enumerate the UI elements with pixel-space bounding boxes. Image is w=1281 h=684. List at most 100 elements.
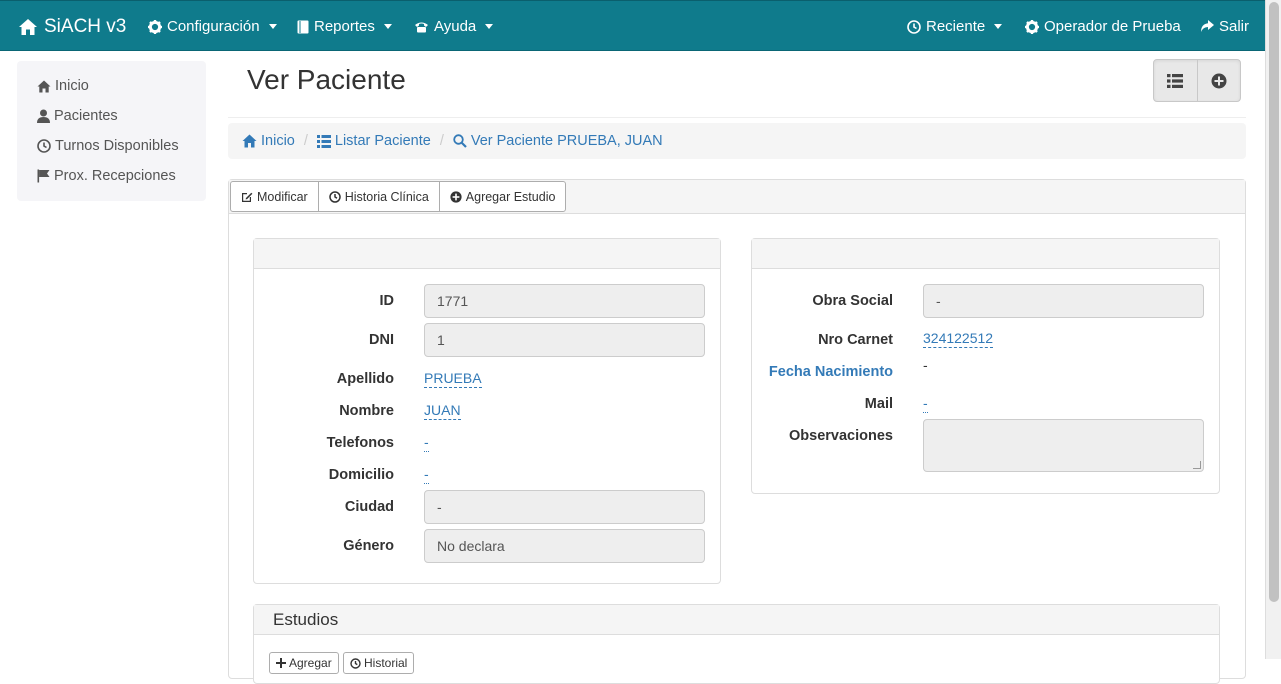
- logout-link[interactable]: Salir: [1200, 1, 1249, 52]
- mail-editable[interactable]: -: [923, 394, 928, 413]
- breadcrumb-separator: /: [439, 133, 444, 149]
- estudios-panel: Estudios Agregar Historial: [253, 604, 1220, 684]
- sidebar-item-label: Turnos Disponibles: [55, 138, 179, 154]
- resize-grip[interactable]: [1193, 461, 1201, 469]
- estudios-agregar-button[interactable]: Agregar: [269, 652, 339, 674]
- sidebar: Inicio Pacientes Turnos Disponibles Prox…: [17, 61, 206, 201]
- menu-reportes-label: Reportes: [314, 18, 375, 35]
- gear-icon: [1025, 19, 1039, 34]
- sidebar-item-label: Prox. Recepciones: [54, 168, 176, 184]
- top-navbar: SiACH v3 Configuración Reportes Ayuda Re…: [0, 0, 1265, 51]
- apellido-editable[interactable]: PRUEBA: [424, 369, 482, 388]
- estudios-historial-label: Historial: [364, 656, 408, 670]
- home-icon: [37, 80, 51, 93]
- breadcrumb-inicio[interactable]: Inicio: [242, 133, 295, 149]
- add-button[interactable]: [1196, 60, 1241, 101]
- sidebar-item-label: Inicio: [55, 78, 89, 94]
- panel-header: [752, 239, 1219, 269]
- obra-social-label: Obra Social: [812, 293, 893, 309]
- caret-down-icon: [994, 24, 1003, 29]
- plus-icon: [276, 658, 286, 668]
- observaciones-textarea: [923, 419, 1204, 472]
- page-title: Ver Paciente: [247, 64, 406, 95]
- scrollbar-thumb[interactable]: [1269, 2, 1279, 602]
- ciudad-field: -: [424, 490, 705, 524]
- genero-field: No declara: [424, 529, 705, 563]
- menu-configuracion[interactable]: Configuración: [148, 1, 277, 52]
- obra-social-field: -: [923, 284, 1204, 318]
- apellido-label: Apellido: [336, 371, 394, 387]
- list-view-button[interactable]: [1154, 60, 1197, 101]
- plus-circle-icon: [1211, 73, 1227, 89]
- estudios-historial-button[interactable]: Historial: [343, 652, 415, 674]
- ciudad-label: Ciudad: [344, 499, 394, 515]
- clock-icon: [907, 19, 921, 34]
- agregar-estudio-button[interactable]: Agregar Estudio: [438, 182, 566, 211]
- gear-icon: [148, 19, 162, 34]
- user-menu[interactable]: Operador de Prueba: [1025, 1, 1181, 52]
- nombre-label: Nombre: [339, 403, 394, 419]
- telefonos-label: Telefonos: [326, 435, 394, 451]
- caret-down-icon: [485, 24, 494, 29]
- id-label: ID: [379, 293, 395, 309]
- user-menu-label: Operador de Prueba: [1044, 18, 1181, 35]
- domicilio-editable[interactable]: -: [424, 465, 429, 484]
- telefonos-editable[interactable]: -: [424, 433, 429, 452]
- id-field: 1771: [424, 284, 705, 318]
- title-divider: [228, 117, 1246, 118]
- caret-down-icon: [383, 24, 392, 29]
- breadcrumb-separator: /: [303, 133, 308, 149]
- historia-clinica-button[interactable]: Historia Clínica: [317, 182, 439, 211]
- observaciones-label: Observaciones: [789, 428, 893, 444]
- nombre-editable[interactable]: JUAN: [424, 401, 461, 420]
- list-icon: [316, 134, 331, 148]
- breadcrumb-label: Ver Paciente PRUEBA, JUAN: [470, 133, 663, 149]
- menu-ayuda[interactable]: Ayuda: [414, 1, 494, 52]
- page-scrollbar[interactable]: [1265, 0, 1281, 659]
- dni-field: 1: [424, 323, 705, 357]
- clock-icon: [350, 657, 361, 669]
- mail-label: Mail: [864, 396, 893, 412]
- flag-icon: [37, 169, 50, 183]
- breadcrumb-ver-paciente[interactable]: Ver Paciente PRUEBA, JUAN: [453, 133, 663, 149]
- breadcrumb-label: Inicio: [261, 133, 295, 149]
- sidebar-item-inicio[interactable]: Inicio: [37, 76, 89, 96]
- brand-name: SiACH v3: [44, 15, 127, 37]
- domicilio-label: Domicilio: [328, 467, 394, 483]
- menu-configuracion-label: Configuración: [167, 18, 260, 35]
- dni-label: DNI: [369, 332, 394, 348]
- menu-reportes[interactable]: Reportes: [297, 1, 392, 52]
- caret-down-icon: [268, 24, 277, 29]
- menu-reciente[interactable]: Reciente: [907, 1, 1003, 52]
- estudios-agregar-label: Agregar: [289, 656, 332, 670]
- user-icon: [37, 109, 50, 123]
- modificar-button[interactable]: Modificar: [231, 182, 318, 211]
- list-icon: [1167, 73, 1184, 88]
- brand-link[interactable]: SiACH v3: [18, 1, 126, 52]
- search-icon: [453, 134, 467, 148]
- sidebar-item-pacientes[interactable]: Pacientes: [37, 106, 118, 126]
- share-icon: [1200, 20, 1214, 33]
- patient-toolbar: Modificar Historia Clínica Agregar Estud…: [229, 180, 1245, 214]
- title-button-group: [1153, 59, 1241, 102]
- estudios-header: Estudios: [254, 605, 1219, 635]
- fecha-nacimiento-label[interactable]: Fecha Nacimiento: [753, 364, 893, 380]
- home-icon: [18, 18, 38, 36]
- estudios-title: Estudios: [273, 609, 339, 629]
- phone-icon: [414, 21, 429, 33]
- breadcrumb-listar-paciente[interactable]: Listar Paciente: [316, 133, 431, 149]
- breadcrumb-label: Listar Paciente: [334, 133, 431, 149]
- genero-label: Género: [343, 538, 394, 554]
- clock-icon: [328, 190, 341, 203]
- menu-reciente-label: Reciente: [926, 18, 986, 35]
- sidebar-item-turnos-disponibles[interactable]: Turnos Disponibles: [37, 136, 179, 156]
- logout-label: Salir: [1219, 18, 1250, 35]
- menu-ayuda-label: Ayuda: [434, 18, 477, 35]
- sidebar-item-prox-recepciones[interactable]: Prox. Recepciones: [37, 166, 176, 186]
- historia-clinica-label: Historia Clínica: [344, 189, 429, 204]
- agregar-estudio-label: Agregar Estudio: [465, 189, 556, 204]
- fecha-nacimiento-value: -: [923, 357, 928, 373]
- home-icon: [242, 134, 257, 148]
- sidebar-item-label: Pacientes: [54, 108, 118, 124]
- nro-carnet-editable[interactable]: 324122512: [923, 329, 994, 348]
